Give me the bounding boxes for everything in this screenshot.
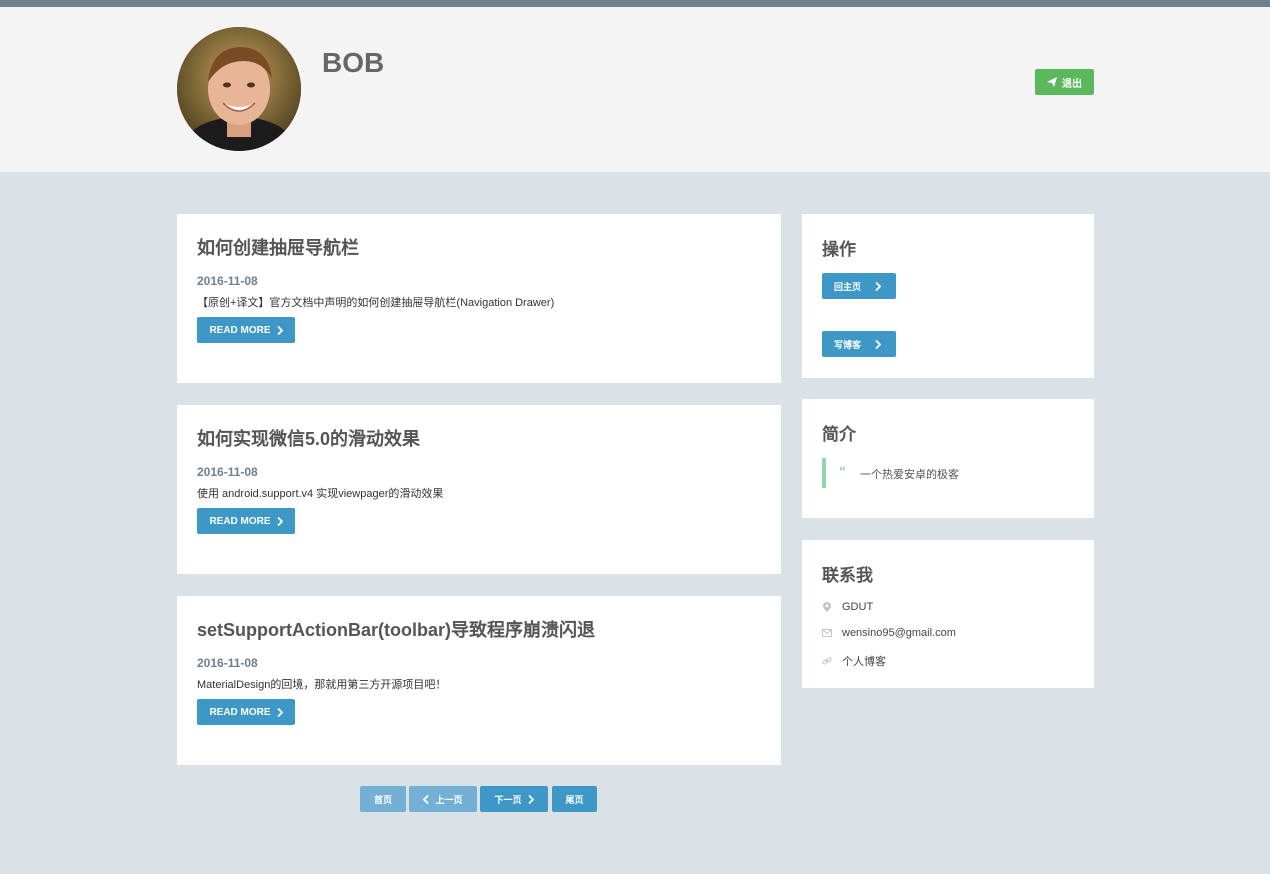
post-summary: 使用 android.support.v4 实现viewpager的滑动效果 [197,488,444,500]
map-marker-icon [822,602,832,612]
write-blog-label: 写博客 [834,339,862,350]
home-label: 回主页 [834,281,862,292]
first-page-label: 首页 [373,794,392,805]
post-date: 2016-11-08 [197,656,258,670]
contact-blog-link[interactable]: 个人博客 [822,653,886,669]
quote-bar [822,458,826,488]
intro-text: 一个热爱安卓的极客 [860,469,959,481]
quote-icon: “ [839,463,846,479]
chevron-right-icon [276,325,283,335]
chevron-left-icon [423,794,430,804]
home-button[interactable]: 回主页 [822,273,896,299]
chevron-right-icon [875,281,882,291]
chevron-right-icon [875,339,882,349]
post-title[interactable]: 如何创建抽屉导航栏 [197,234,359,260]
read-more-label: READ MORE [209,324,271,336]
operations-title: 操作 [822,240,856,259]
profile-header: BOB 退出 [0,7,1270,172]
read-more-button[interactable]: READ MORE [197,508,295,534]
contact-title: 联系我 [822,566,873,585]
intro-title: 简介 [822,425,856,444]
first-page-button[interactable]: 首页 [360,786,406,812]
operations-panel: 操作 回主页 写博客 [802,214,1094,378]
blog-link-text: 个人博客 [842,656,886,668]
contact-email[interactable]: wensino95@gmail.com [822,627,956,639]
next-page-button[interactable]: 下一页 [480,786,548,812]
email-text: wensino95@gmail.com [842,627,956,639]
chevron-right-icon [276,516,283,526]
post-card: setSupportActionBar(toolbar)导致程序崩溃闪退 201… [177,596,781,765]
post-title[interactable]: 如何实现微信5.0的滑动效果 [197,425,420,451]
prev-page-label: 上一页 [435,794,463,805]
contact-panel: 联系我 GDUT wensino95@gmail.com 个人博客 [802,540,1094,688]
contact-location: GDUT [822,601,873,613]
last-page-button[interactable]: 尾页 [552,786,597,812]
prev-page-button[interactable]: 上一页 [409,786,477,812]
chevron-right-icon [527,794,534,804]
avatar [177,27,301,151]
username: BOB [322,47,385,78]
paper-plane-icon [1047,77,1057,87]
logout-label: 退出 [1062,78,1082,90]
intro-panel: 简介 “ 一个热爱安卓的极客 [802,399,1094,518]
post-card: 如何创建抽屉导航栏 2016-11-08 【原创+译文】官方文档中声明的如何创建… [177,214,781,383]
post-summary: 【原创+译文】官方文档中声明的如何创建抽屉导航栏(Navigation Draw… [197,297,555,309]
logout-button[interactable]: 退出 [1035,69,1094,95]
read-more-button[interactable]: READ MORE [197,699,295,725]
last-page-label: 尾页 [565,794,584,805]
read-more-label: READ MORE [209,515,271,527]
post-summary: MaterialDesign的回境，那就用第三方开源项目吧！ [197,679,447,691]
post-date: 2016-11-08 [197,274,258,288]
read-more-button[interactable]: READ MORE [197,317,295,343]
top-accent-bar [0,0,1270,7]
post-card: 如何实现微信5.0的滑动效果 2016-11-08 使用 android.sup… [177,405,781,574]
link-icon [822,656,832,666]
next-page-label: 下一页 [494,794,522,805]
post-title[interactable]: setSupportActionBar(toolbar)导致程序崩溃闪退 [197,616,595,642]
write-blog-button[interactable]: 写博客 [822,331,896,357]
chevron-right-icon [276,707,283,717]
location-text: GDUT [842,601,874,613]
envelope-icon [822,628,832,638]
avatar-portrait [177,27,301,151]
read-more-label: READ MORE [209,706,271,718]
post-date: 2016-11-08 [197,465,258,479]
